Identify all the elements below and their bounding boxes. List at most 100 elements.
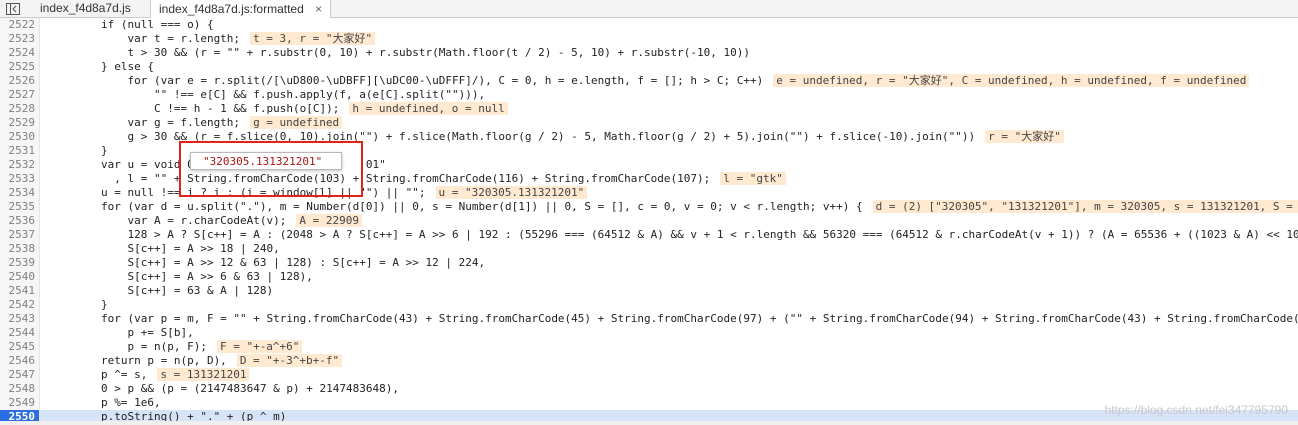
- line-number[interactable]: 2527: [0, 88, 40, 102]
- line-number[interactable]: 2548: [0, 382, 40, 396]
- code-line[interactable]: 2543 for (var p = m, F = "" + String.fro…: [0, 312, 1298, 326]
- code-editor[interactable]: 2522 if (null === o) {2523 var t = r.len…: [0, 18, 1298, 425]
- editor-tab-bar: index_f4d8a7d.js index_f4d8a7d.js:format…: [0, 0, 1298, 18]
- line-number[interactable]: 2545: [0, 340, 40, 354]
- line-number[interactable]: 2522: [0, 18, 40, 32]
- code-text: }: [48, 298, 108, 312]
- line-number[interactable]: 2538: [0, 242, 40, 256]
- watermark: https://blog.csdn.net/fei347795790: [1104, 403, 1288, 417]
- code-content: var t = r.length;: [48, 32, 241, 45]
- code-text: for (var d = u.split("."), m = Number(d[…: [48, 200, 1298, 214]
- inline-value-annotation: A = 22909: [296, 214, 363, 227]
- code-text: p %= 1e6,: [48, 396, 161, 410]
- code-line[interactable]: 2524 t > 30 && (r = "" + r.substr(0, 10)…: [0, 46, 1298, 60]
- inline-value-annotation: e = undefined, r = "大家好", C = undefined,…: [773, 74, 1250, 87]
- line-number[interactable]: 2530: [0, 130, 40, 144]
- code-content: S[c++] = 63 & A | 128): [48, 284, 274, 297]
- code-line[interactable]: 2547 p ^= s, s = 131321201: [0, 368, 1298, 382]
- tab-label: index_f4d8a7d.js:formatted: [159, 2, 304, 16]
- code-content: S[c++] = A >> 18 | 240,: [48, 242, 280, 255]
- line-number[interactable]: 2549: [0, 396, 40, 410]
- code-content: return p = n(p, D),: [48, 354, 227, 367]
- line-number[interactable]: 2531: [0, 144, 40, 158]
- close-icon[interactable]: ×: [315, 2, 322, 16]
- horizontal-scrollbar[interactable]: [0, 421, 1298, 425]
- tab-label: index_f4d8a7d.js: [40, 1, 131, 15]
- inline-value-annotation: l = "gtk": [720, 172, 786, 185]
- code-line[interactable]: 2544 p += S[b],: [0, 326, 1298, 340]
- line-number[interactable]: 2528: [0, 102, 40, 116]
- line-number[interactable]: 2536: [0, 214, 40, 228]
- code-line[interactable]: 2545 p = n(p, F); F = "+-a^+6": [0, 340, 1298, 354]
- line-number[interactable]: 2524: [0, 46, 40, 60]
- line-number[interactable]: 2529: [0, 116, 40, 130]
- code-content: if (null === o) {: [48, 18, 214, 31]
- code-line[interactable]: 2523 var t = r.length; t = 3, r = "大家好": [0, 32, 1298, 46]
- code-content: 0 > p && (p = (2147483647 & p) + 2147483…: [48, 382, 399, 395]
- code-line[interactable]: 2541 S[c++] = 63 & A | 128): [0, 284, 1298, 298]
- code-content: var g = f.length;: [48, 116, 241, 129]
- code-line[interactable]: 2525 } else {: [0, 60, 1298, 74]
- code-content: p += S[b],: [48, 326, 194, 339]
- code-line[interactable]: 2522 if (null === o) {: [0, 18, 1298, 32]
- inline-value-annotation: D = "+-3^+b+-f": [236, 354, 343, 367]
- code-line[interactable]: 2548 0 > p && (p = (2147483647 & p) + 21…: [0, 382, 1298, 396]
- code-text: } else {: [48, 60, 154, 74]
- code-text: for (var e = r.split(/[\uD800-\uDBFF][\u…: [48, 74, 1250, 88]
- popup-value: "320305.131321201": [203, 155, 323, 168]
- code-content: }: [48, 144, 108, 157]
- line-number[interactable]: 2525: [0, 60, 40, 74]
- line-number[interactable]: 2539: [0, 256, 40, 270]
- line-number[interactable]: 2547: [0, 368, 40, 382]
- code-text: }: [48, 144, 108, 158]
- code-line[interactable]: 2535 for (var d = u.split("."), m = Numb…: [0, 200, 1298, 214]
- code-text: "" !== e[C] && f.push.apply(f, a(e[C].sp…: [48, 88, 485, 102]
- inline-value-annotation: d = (2) ["320305", "131321201"], m = 320…: [872, 200, 1298, 213]
- code-text: C !== h - 1 && f.push(o[C]); h = undefine…: [48, 102, 508, 116]
- code-line[interactable]: 2526 for (var e = r.split(/[\uD800-\uDBF…: [0, 74, 1298, 88]
- code-content: p = n(p, F);: [48, 340, 207, 353]
- line-number[interactable]: 2542: [0, 298, 40, 312]
- tab-index-js-formatted[interactable]: index_f4d8a7d.js:formatted ×: [150, 0, 332, 18]
- code-content: p ^= s,: [48, 368, 148, 381]
- code-line[interactable]: 2529 var g = f.length; g = undefined: [0, 116, 1298, 130]
- code-line[interactable]: 2546 return p = n(p, D), D = "+-3^+b+-f": [0, 354, 1298, 368]
- line-number[interactable]: 2540: [0, 270, 40, 284]
- code-text: t > 30 && (r = "" + r.substr(0, 10) + r.…: [48, 46, 750, 60]
- code-content: var A = r.charCodeAt(v);: [48, 214, 287, 227]
- code-content: p %= 1e6,: [48, 396, 161, 409]
- line-number[interactable]: 2541: [0, 284, 40, 298]
- code-text: p = n(p, F); F = "+-a^+6": [48, 340, 303, 354]
- line-number[interactable]: 2544: [0, 326, 40, 340]
- code-line[interactable]: 2540 S[c++] = A >> 6 & 63 | 128),: [0, 270, 1298, 284]
- code-text: S[c++] = 63 & A | 128): [48, 284, 273, 298]
- line-number[interactable]: 2537: [0, 228, 40, 242]
- line-number[interactable]: 2543: [0, 312, 40, 326]
- line-number[interactable]: 2523: [0, 32, 40, 46]
- code-text: p ^= s, s = 131321201: [48, 368, 250, 382]
- code-line[interactable]: 2549 p %= 1e6,: [0, 396, 1298, 410]
- line-number[interactable]: 2532: [0, 158, 40, 172]
- line-number[interactable]: 2546: [0, 354, 40, 368]
- hover-value-popup: "320305.131321201": [190, 152, 342, 170]
- code-line[interactable]: 2539 S[c++] = A >> 12 & 63 | 128) : S[c+…: [0, 256, 1298, 270]
- code-line[interactable]: 2528 C !== h - 1 && f.push(o[C]); h = und…: [0, 102, 1298, 116]
- line-number[interactable]: 2534: [0, 186, 40, 200]
- code-text: var t = r.length; t = 3, r = "大家好": [48, 32, 376, 46]
- code-content: S[c++] = A >> 6 & 63 | 128),: [48, 270, 313, 283]
- line-number[interactable]: 2533: [0, 172, 40, 186]
- code-text: 128 > A ? S[c++] = A : (2048 > A ? S[c++…: [48, 228, 1298, 242]
- inline-value-annotation: h = undefined, o = null: [349, 102, 508, 115]
- line-number[interactable]: 2526: [0, 74, 40, 88]
- sidebar-toggle-icon[interactable]: [2, 1, 24, 16]
- code-text: , l = "" + String.fromCharCode(103) + St…: [48, 172, 786, 186]
- code-line[interactable]: 2542 }: [0, 298, 1298, 312]
- code-line[interactable]: 2538 S[c++] = A >> 18 | 240,: [0, 242, 1298, 256]
- tab-index-js[interactable]: index_f4d8a7d.js: [32, 0, 139, 17]
- code-text: return p = n(p, D), D = "+-3^+b+-f": [48, 354, 343, 368]
- line-number[interactable]: 2535: [0, 200, 40, 214]
- code-line[interactable]: 2536 var A = r.charCodeAt(v); A = 22909: [0, 214, 1298, 228]
- code-line[interactable]: 2527 "" !== e[C] && f.push.apply(f, a(e[…: [0, 88, 1298, 102]
- code-line[interactable]: 2537 128 > A ? S[c++] = A : (2048 > A ? …: [0, 228, 1298, 242]
- code-content: , l = "" + String.fromCharCode(103) + St…: [48, 172, 711, 185]
